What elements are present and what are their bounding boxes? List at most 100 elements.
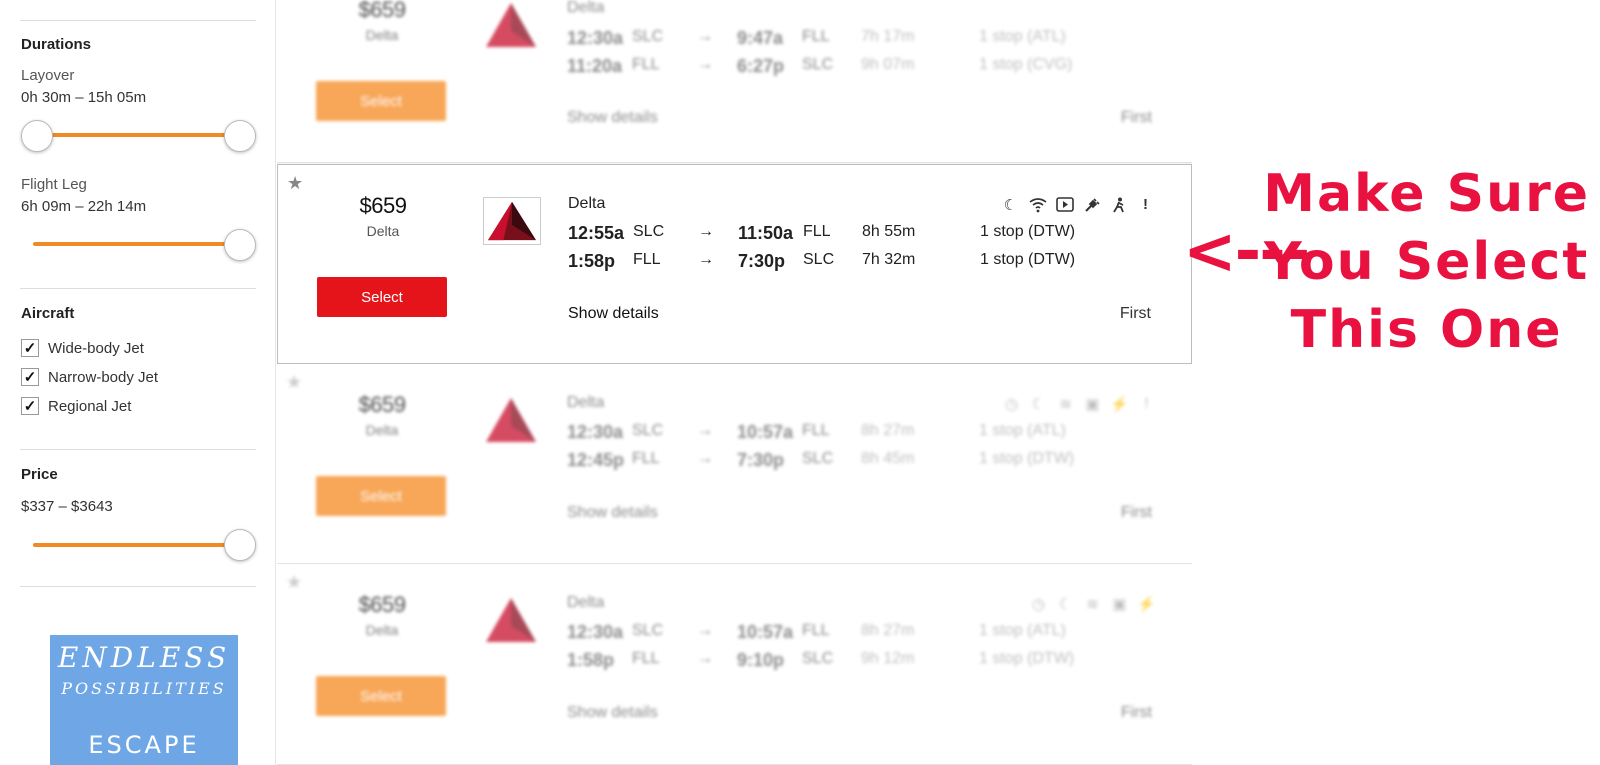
price: $659 bbox=[358, 592, 406, 617]
departure-time: 12:45p bbox=[567, 450, 625, 470]
aircraft-option-label: Wide-body Jet bbox=[48, 339, 144, 357]
airline-name: Delta bbox=[568, 195, 606, 212]
info-alert-icon[interactable]: ! bbox=[1136, 195, 1155, 214]
origin-airport: SLC bbox=[632, 28, 664, 45]
airline-name: Delta bbox=[567, 594, 605, 611]
price-airline: Delta bbox=[365, 422, 399, 438]
checkbox[interactable]: ✓ bbox=[21, 368, 39, 386]
price-slider-max-handle[interactable] bbox=[224, 529, 256, 561]
flight-result-card[interactable]: ★ $659 Delta Select Delta ◷ ☾ ≋ ▣ ⚡ 12:3… bbox=[277, 564, 1192, 765]
stops: 1 stop (DTW) bbox=[979, 650, 1075, 667]
advertisement-banner[interactable]: ENDLESS POSSIBILITIES ESCAPE bbox=[50, 635, 238, 765]
return-leg: 1:58p FLL → 9:10p SLC 9h 12m 1 stop (DTW… bbox=[567, 650, 1107, 674]
return-leg: 11:20a FLL → 6:27p SLC 9h 07m 1 stop (CV… bbox=[567, 56, 1107, 80]
select-button[interactable]: Select bbox=[317, 277, 447, 317]
divider bbox=[20, 586, 256, 587]
delta-logo-icon bbox=[486, 3, 536, 47]
return-leg: 12:45p FLL → 7:30p SLC 8h 45m 1 stop (DT… bbox=[567, 450, 1107, 474]
duration: 8h 27m bbox=[861, 422, 915, 439]
flight-result-card-highlighted[interactable]: ★ $659 Delta Select Delta ☾ ! 12:55a SLC… bbox=[277, 164, 1192, 364]
select-button[interactable]: Select bbox=[316, 476, 446, 516]
select-button[interactable]: Select bbox=[316, 676, 446, 716]
wifi-icon: ≋ bbox=[1086, 595, 1099, 613]
outbound-leg: 12:30a SLC → 10:57a FLL 8h 27m 1 stop (A… bbox=[567, 622, 1107, 646]
return-leg: 1:58p FLL → 7:30p SLC 7h 32m 1 stop (DTW… bbox=[568, 251, 1108, 275]
airline-name: Delta bbox=[567, 394, 605, 411]
origin-airport: FLL bbox=[632, 650, 660, 667]
flight-result-card[interactable]: $659 Delta Select Delta 12:30a SLC → 9:4… bbox=[277, 0, 1192, 163]
origin-airport: FLL bbox=[632, 56, 660, 73]
departure-time: 12:30a bbox=[567, 422, 624, 442]
arrival-time: 10:57a bbox=[737, 422, 794, 442]
arrow-icon: → bbox=[698, 223, 714, 240]
aircraft-option-narrow-body[interactable]: ✓ Narrow-body Jet bbox=[21, 368, 158, 386]
duration: 7h 32m bbox=[862, 251, 916, 268]
durations-heading: Durations bbox=[21, 36, 92, 53]
arrow-icon: → bbox=[698, 251, 714, 268]
origin-airport: FLL bbox=[632, 450, 660, 467]
select-button[interactable]: Select bbox=[316, 81, 446, 121]
origin-airport: SLC bbox=[632, 622, 664, 639]
show-details-link[interactable]: Show details bbox=[568, 305, 659, 323]
aircraft-option-regional[interactable]: ✓ Regional Jet bbox=[21, 397, 131, 415]
destination-airport: FLL bbox=[802, 28, 830, 45]
star-icon[interactable]: ★ bbox=[286, 572, 302, 593]
checkbox[interactable]: ✓ bbox=[21, 397, 39, 415]
cabin-class: First bbox=[1120, 109, 1152, 126]
aircraft-option-wide-body[interactable]: ✓ Wide-body Jet bbox=[21, 339, 144, 357]
destination-airport: SLC bbox=[802, 650, 834, 667]
price-airline: Delta bbox=[365, 27, 399, 43]
moon-icon: ☾ bbox=[1058, 595, 1073, 613]
duration: 8h 27m bbox=[861, 622, 915, 639]
departure-time: 12:55a bbox=[568, 223, 625, 243]
flight-leg-slider-max-handle[interactable] bbox=[224, 229, 256, 261]
annotation-line: You Select bbox=[1263, 232, 1590, 292]
outbound-leg: 12:55a SLC → 11:50a FLL 8h 55m 1 stop (D… bbox=[568, 223, 1108, 247]
show-details-link[interactable]: Show details bbox=[567, 504, 658, 522]
origin-airport: FLL bbox=[633, 251, 661, 268]
price-airline: Delta bbox=[366, 223, 400, 239]
divider bbox=[20, 20, 256, 21]
flight-result-card[interactable]: ★ $659 Delta Select Delta ◷ ☾ ≋ ▣ ⚡ ! 12… bbox=[277, 364, 1192, 564]
checkbox[interactable]: ✓ bbox=[21, 339, 39, 357]
destination-airport: SLC bbox=[803, 251, 835, 268]
power-plug-icon: ⚡ bbox=[1137, 595, 1156, 613]
aircraft-option-label: Regional Jet bbox=[48, 397, 132, 415]
flight-leg-slider-track bbox=[33, 242, 240, 246]
cabin-class: First bbox=[1119, 305, 1151, 322]
price: $659 bbox=[358, 0, 406, 22]
duration: 7h 17m bbox=[861, 28, 915, 45]
arrow-icon: → bbox=[697, 622, 713, 639]
price: $659 bbox=[359, 193, 407, 218]
arrival-time: 7:30p bbox=[738, 251, 786, 271]
outbound-leg: 12:30a SLC → 9:47a FLL 7h 17m 1 stop (AT… bbox=[567, 28, 1107, 52]
arrow-icon: → bbox=[697, 450, 713, 467]
info-alert-icon[interactable]: ! bbox=[1137, 394, 1156, 413]
aircraft-option-label: Narrow-body Jet bbox=[48, 368, 159, 386]
duration: 9h 12m bbox=[861, 650, 915, 667]
layover-slider-max-handle[interactable] bbox=[224, 120, 256, 152]
arrival-time: 9:47a bbox=[737, 28, 784, 48]
arrow-icon: → bbox=[697, 422, 713, 439]
arrival-time: 10:57a bbox=[737, 622, 794, 642]
cabin-class: First bbox=[1120, 704, 1152, 721]
wifi-icon bbox=[1028, 195, 1047, 214]
show-details-link[interactable]: Show details bbox=[567, 109, 658, 127]
show-details-link[interactable]: Show details bbox=[567, 704, 658, 722]
star-icon[interactable]: ★ bbox=[286, 372, 302, 393]
destination-airport: FLL bbox=[802, 422, 830, 439]
layover-slider-min-handle[interactable] bbox=[21, 120, 53, 152]
star-icon[interactable]: ★ bbox=[287, 173, 303, 194]
departure-time: 11:20a bbox=[567, 56, 623, 76]
departure-time: 1:58p bbox=[567, 650, 615, 670]
price-airline: Delta bbox=[365, 622, 399, 638]
stops: 1 stop (ATL) bbox=[979, 28, 1066, 45]
clock-icon: ◷ bbox=[1031, 595, 1046, 613]
layover-slider-track bbox=[37, 133, 240, 137]
price-range: $337 – $3643 bbox=[21, 498, 113, 515]
departure-time: 1:58p bbox=[568, 251, 616, 271]
arrow-icon: → bbox=[697, 650, 713, 667]
annotation-text: Make Sure You Select This One bbox=[1263, 160, 1590, 364]
stops: 1 stop (DTW) bbox=[980, 223, 1076, 240]
divider bbox=[20, 449, 256, 450]
